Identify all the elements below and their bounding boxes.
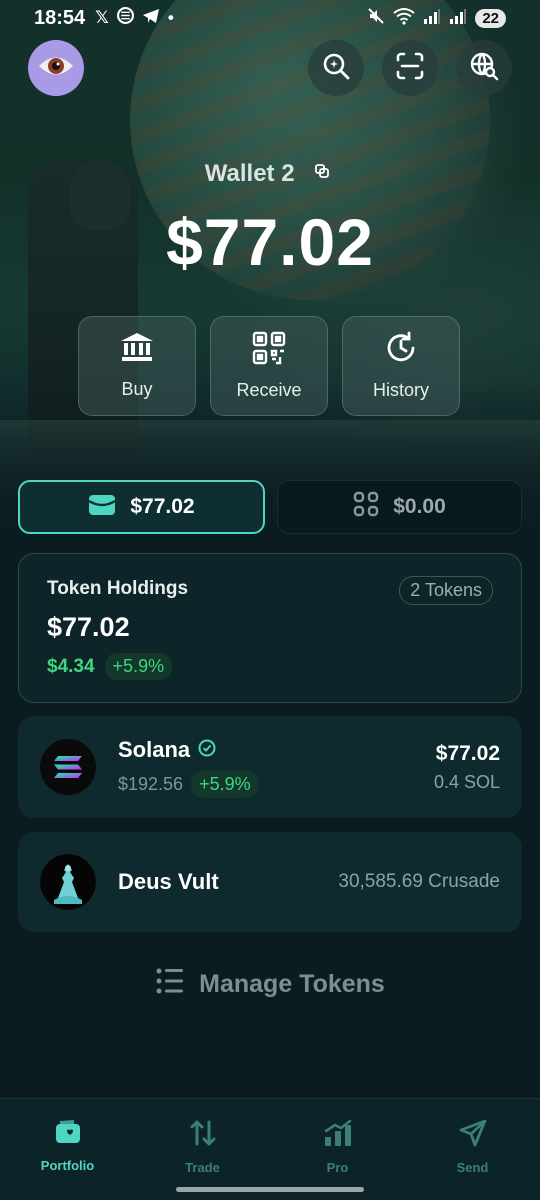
- nav-portfolio[interactable]: Portfolio: [0, 1099, 135, 1200]
- nav-trade-label: Trade: [185, 1160, 220, 1175]
- token-amount: 0.4 SOL: [433, 771, 500, 792]
- search-icon: [321, 51, 351, 86]
- nav-send-label: Send: [456, 1160, 489, 1175]
- action-buttons: Buy Receive History: [78, 316, 460, 416]
- nav-trade[interactable]: Trade: [135, 1099, 270, 1200]
- battery-level: 22: [475, 8, 506, 28]
- wifi-icon: [393, 7, 415, 29]
- search-button[interactable]: [308, 40, 364, 96]
- bottom-nav: Portfolio Trade Pro Send: [0, 1098, 540, 1200]
- scan-button[interactable]: [382, 40, 438, 96]
- token-row-deus-vult[interactable]: Deus Vult 30,585.69 Crusade: [18, 832, 522, 932]
- wallet-icon: [88, 492, 117, 522]
- token-count-badge: 2 Tokens: [399, 576, 493, 605]
- token-name: Deus Vult: [118, 869, 219, 894]
- collectibles-tab-value: $0.00: [393, 495, 446, 518]
- status-time: 18:54: [34, 6, 86, 29]
- x-icon: 𝕏: [95, 8, 109, 27]
- nav-pro[interactable]: Pro: [270, 1099, 405, 1200]
- status-bar: 18:54 𝕏 • 22: [0, 0, 540, 36]
- avatar[interactable]: [28, 40, 84, 96]
- wallet-name-row[interactable]: Wallet 2: [0, 158, 540, 191]
- swap-arrows-icon: [189, 1119, 217, 1150]
- deus-vult-logo-icon: [40, 854, 96, 910]
- bank-icon: [120, 332, 154, 369]
- chart-icon: [323, 1119, 353, 1150]
- collectibles-tab[interactable]: $0.00: [277, 480, 522, 534]
- holdings-change-abs: $4.34: [47, 655, 95, 677]
- signal-icon: [423, 8, 441, 28]
- buy-button[interactable]: Buy: [78, 316, 196, 416]
- top-bar: [0, 38, 540, 98]
- holdings-change-pct: +5.9%: [104, 653, 173, 680]
- token-usd-value: $77.02: [435, 741, 500, 765]
- verified-badge-icon: [198, 737, 216, 763]
- receive-button[interactable]: Receive: [210, 316, 328, 416]
- nav-portfolio-label: Portfolio: [40, 1158, 95, 1173]
- holdings-value: $77.02: [47, 612, 130, 642]
- grid-icon: [353, 491, 379, 523]
- globe-search-icon: [469, 51, 499, 86]
- token-name: Solana: [118, 736, 191, 762]
- mute-icon: [367, 7, 385, 29]
- signal-icon: [449, 8, 467, 28]
- token-price: $192.56: [118, 773, 184, 794]
- manage-tokens-button[interactable]: Manage Tokens: [0, 960, 540, 1008]
- manage-tokens-label: Manage Tokens: [199, 969, 385, 998]
- buy-label: Buy: [121, 379, 153, 399]
- token-amount: 30,585.69 Crusade: [338, 871, 500, 892]
- history-label: History: [372, 380, 429, 400]
- tokens-tab-value: $77.02: [130, 495, 195, 518]
- token-holdings-card: Token Holdings 2 Tokens $77.02 $4.34 +5.…: [18, 553, 522, 703]
- send-icon: [459, 1119, 487, 1150]
- wallet-balance: $77.02: [166, 205, 374, 279]
- history-icon: [384, 331, 418, 370]
- wallet-name: Wallet 2: [204, 159, 295, 187]
- scan-icon: [395, 51, 425, 86]
- nav-pro-label: Pro: [326, 1160, 349, 1175]
- token-change: +5.9%: [191, 770, 259, 798]
- holdings-change-row: $4.34 +5.9%: [47, 653, 493, 680]
- solana-logo-icon: [40, 739, 96, 795]
- browser-button[interactable]: [456, 40, 512, 96]
- list-icon: [155, 967, 185, 1002]
- copy-icon[interactable]: [309, 158, 336, 191]
- beeper-icon: [116, 7, 134, 29]
- history-button[interactable]: History: [342, 316, 460, 416]
- eye-icon: [37, 53, 75, 84]
- qr-code-icon: [252, 331, 286, 370]
- nav-send[interactable]: Send: [405, 1099, 540, 1200]
- dot-icon: •: [167, 8, 174, 27]
- home-indicator[interactable]: [176, 1187, 364, 1192]
- tokens-tab[interactable]: $77.02: [18, 480, 265, 534]
- token-row-solana[interactable]: Solana $192.56 +5.9% $77.02 0.4 SOL: [18, 716, 522, 818]
- receive-label: Receive: [236, 380, 302, 400]
- wallet-icon: [54, 1119, 82, 1148]
- telegram-icon: [142, 8, 160, 29]
- portfolio-segment-toggle: $77.02 $0.00: [18, 480, 522, 534]
